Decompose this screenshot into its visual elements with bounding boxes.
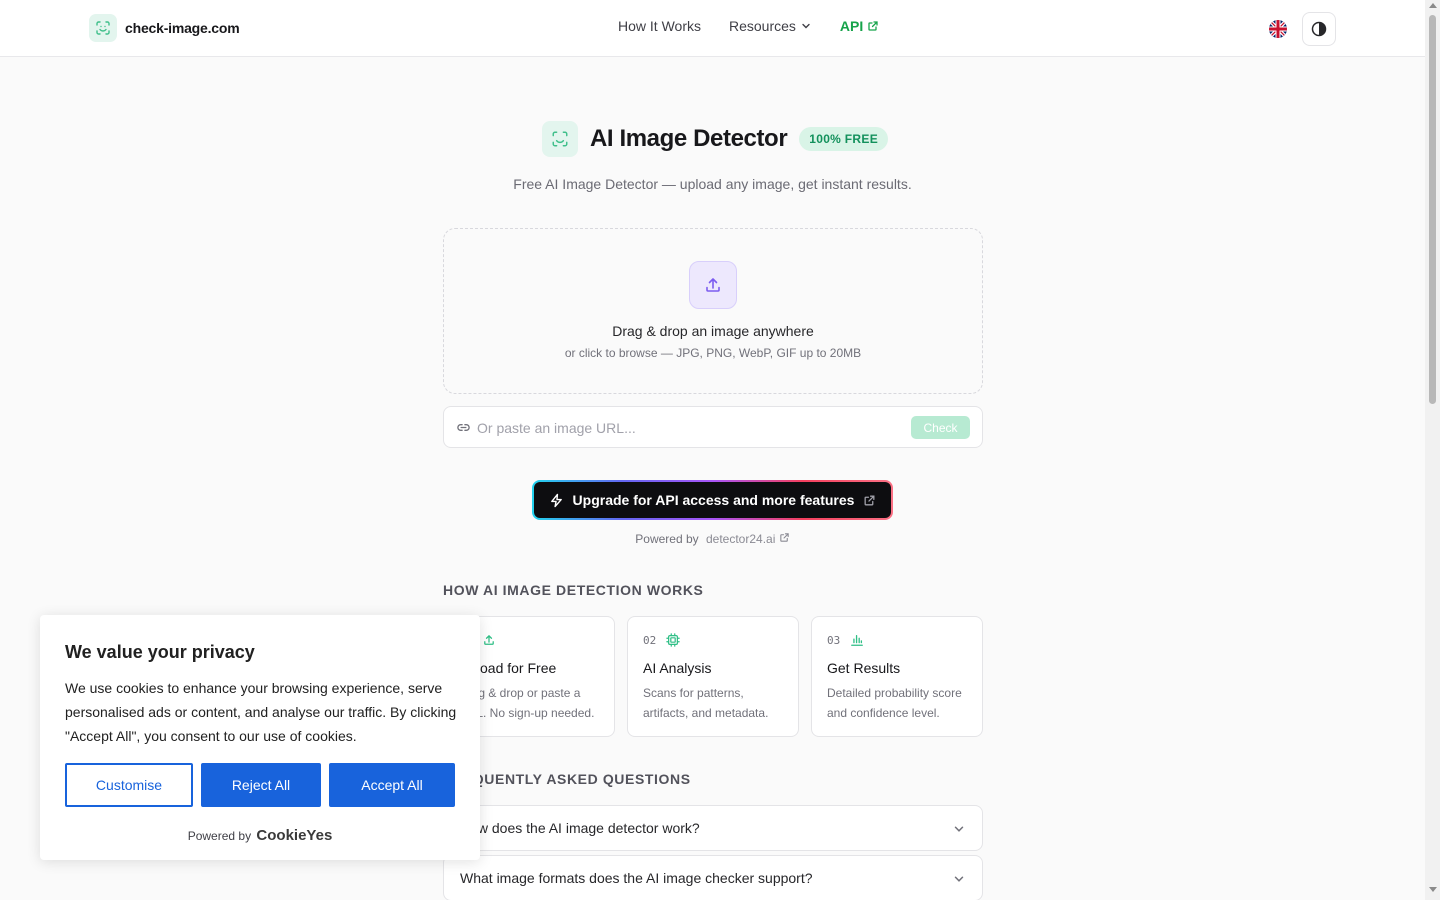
image-dropzone[interactable]: Drag & drop an image anywhere or click t…: [443, 228, 983, 394]
step-card: 03 Get Results Detailed probability scor…: [811, 616, 983, 737]
faq-section-title: FREQUENTLY ASKED QUESTIONS: [443, 771, 691, 787]
nav-api[interactable]: API: [840, 18, 879, 34]
step-head: 03: [827, 633, 864, 647]
step-title: AI Analysis: [643, 660, 712, 676]
upgrade-button[interactable]: Upgrade for API access and more features: [532, 480, 893, 520]
reject-all-button[interactable]: Reject All: [201, 763, 321, 807]
step-description: Scans for patterns, artifacts, and metad…: [643, 686, 769, 720]
step-description: Drag & drop or paste a URL. No sign-up n…: [459, 686, 595, 720]
scroll-up-arrow[interactable]: [1429, 3, 1437, 8]
external-link-icon: [868, 21, 878, 31]
chevron-down-icon: [954, 826, 964, 832]
bar-chart-icon: [851, 634, 864, 646]
page-title: AI Image Detector: [590, 125, 788, 152]
cookieyes-logo[interactable]: CookieYes: [256, 827, 332, 844]
powered-by: Powered by detector24.ai: [0, 532, 1425, 546]
theme-toggle-button[interactable]: [1302, 12, 1336, 46]
step-number: 03: [827, 633, 841, 647]
step-head: 02: [643, 633, 680, 647]
faq-item[interactable]: How does the AI image detector work?: [443, 805, 983, 851]
accept-all-button[interactable]: Accept All: [329, 763, 455, 807]
free-badge: 100% FREE: [799, 127, 888, 151]
chevron-down-icon: [954, 876, 964, 882]
cookie-powered-by: Powered by CookieYes: [40, 827, 480, 844]
cookie-title: We value your privacy: [65, 642, 255, 662]
image-url-input[interactable]: [477, 416, 897, 440]
external-link-icon: [780, 533, 789, 542]
step-description: Detailed probability score and confidenc…: [827, 686, 962, 720]
language-button[interactable]: [1266, 13, 1290, 45]
external-link-icon: [864, 495, 875, 505]
scroll-down-arrow[interactable]: [1429, 887, 1437, 892]
hero-title-row: AI Image Detector 100% FREE: [542, 121, 888, 157]
scan-icon: [89, 14, 117, 42]
detector24-link-label: detector24.ai: [705, 532, 776, 546]
nav-api-label: API: [839, 18, 864, 34]
customise-button[interactable]: Customise: [65, 763, 193, 807]
cookie-consent-banner: We value your privacy We use cookies to …: [40, 615, 480, 860]
hero-subtitle: Free AI Image Detector — upload any imag…: [513, 176, 912, 192]
upgrade-label: Upgrade for API access and more features: [572, 492, 855, 508]
step-number: 02: [643, 633, 657, 647]
step-card: 02 AI Analysis Scans for patterns, artif…: [627, 616, 799, 737]
nav-resources-label: Resources: [728, 18, 796, 34]
scrollbar[interactable]: [1425, 0, 1440, 900]
upload-icon: [689, 261, 737, 309]
header-actions: [1266, 12, 1336, 46]
logo[interactable]: check-image.com: [89, 14, 240, 42]
cookie-powered-prefix: Powered by: [187, 829, 252, 843]
uk-flag-icon: [1269, 20, 1287, 38]
nav-resources[interactable]: Resources: [729, 18, 812, 34]
check-button[interactable]: Check: [911, 416, 970, 439]
step-title: Get Results: [827, 660, 901, 676]
dropzone-hint: or click to browse — JPG, PNG, WebP, GIF…: [564, 346, 862, 360]
chevron-down-icon: [802, 23, 810, 29]
faq-item[interactable]: What image formats does the AI image che…: [443, 855, 983, 900]
cookie-text: We use cookies to enhance your browsing …: [65, 680, 457, 744]
nav-how-it-works[interactable]: How It Works: [618, 18, 701, 34]
main-nav: How It Works Resources API: [618, 18, 879, 34]
url-bar: Check: [443, 406, 983, 448]
nav-how-it-works-label: How It Works: [618, 18, 701, 34]
contrast-icon: [1311, 21, 1327, 37]
scan-icon: [542, 121, 578, 157]
cpu-icon: [666, 633, 680, 647]
how-section-title: HOW AI IMAGE DETECTION WORKS: [443, 582, 704, 598]
dropzone-title: Drag & drop an image anywhere: [612, 323, 814, 339]
logo-text: check-image.com: [125, 20, 240, 36]
upload-icon: [484, 635, 495, 645]
faq-question: What image formats does the AI image che…: [460, 870, 813, 886]
detector24-link[interactable]: detector24.ai: [706, 532, 790, 546]
bolt-icon: [550, 493, 562, 507]
faq-question: How does the AI image detector work?: [460, 820, 700, 836]
link-icon: [457, 424, 470, 431]
scroll-thumb[interactable]: [1429, 15, 1436, 404]
powered-by-prefix: Powered by: [635, 532, 699, 546]
site-header: check-image.com How It Works Resources A…: [0, 0, 1425, 57]
upgrade-button-inner: Upgrade for API access and more features: [534, 482, 891, 518]
